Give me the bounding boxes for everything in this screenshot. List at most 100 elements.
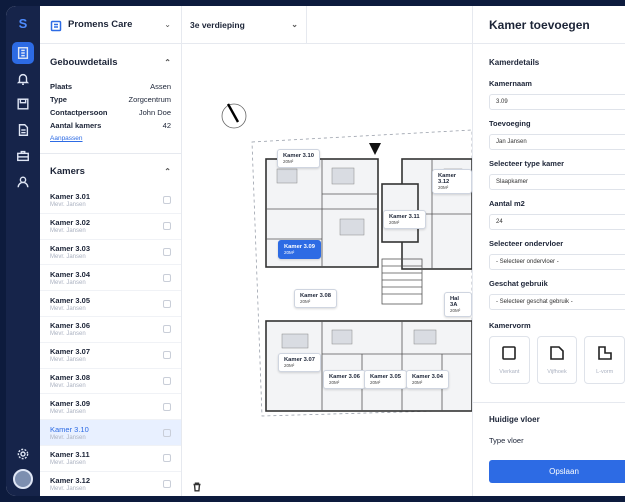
room-occupant: Mevr. Jansen (50, 408, 86, 415)
room-list-item[interactable]: Kamer 3.11 Mevr. Jansen (40, 446, 181, 472)
room-label-area: 20M² (300, 299, 311, 304)
rooms-header[interactable]: Kamers ⌃ (40, 154, 181, 188)
room-checkbox[interactable] (163, 273, 171, 282)
room-label-name: Hal 3A (450, 296, 460, 308)
trash-icon[interactable] (192, 479, 202, 492)
detail-key: Type (50, 95, 67, 104)
room-name-field[interactable]: 3.09 (489, 94, 625, 110)
square-icon (502, 346, 517, 360)
shape-l-option[interactable]: L-vorm (584, 336, 625, 384)
room-text: Kamer 3.02 Mevr. Jansen (50, 218, 163, 234)
room-checkbox[interactable] (163, 325, 171, 334)
floppy-icon[interactable] (12, 93, 34, 115)
save-button[interactable]: Opslaan (489, 460, 625, 483)
room-occupant: Mevr. Jansen (50, 331, 86, 338)
addition-field[interactable]: Jan Jansen (489, 134, 625, 150)
room-occupant: Mevr. Jansen (50, 460, 86, 467)
user-icon[interactable] (12, 171, 34, 193)
room-checkbox[interactable] (163, 402, 171, 411)
floor-map-area: 3e verdieping ⌄ Kamer 3.10 20M² Kamer 3.… (182, 6, 472, 496)
floor-selector[interactable]: 3e verdieping ⌄ (182, 6, 307, 44)
room-label[interactable]: Kamer 3.11 20M² (383, 210, 426, 229)
room-list-item[interactable]: Kamer 3.12 Mevr. Jansen (40, 472, 181, 496)
document-icon[interactable] (12, 119, 34, 141)
subfloor-select[interactable]: - Selecteer ondervloer - (489, 254, 625, 270)
details-title: Gebouwdetails (50, 56, 118, 68)
room-checkbox[interactable] (163, 299, 171, 308)
room-list-item[interactable]: Kamer 3.08 Mevr. Jansen (40, 369, 181, 395)
map-toolbar (307, 6, 472, 44)
room-text: Kamer 3.03 Mevr. Jansen (50, 244, 163, 260)
room-label[interactable]: Hal 3A 20M² (444, 292, 472, 317)
room-name: Kamer 3.03 (50, 243, 91, 253)
room-type-select[interactable]: Slaapkamer (489, 174, 625, 190)
building-icon[interactable] (12, 42, 34, 64)
room-checkbox[interactable] (163, 247, 171, 256)
room-occupant: Mevr. Jansen (50, 486, 86, 493)
room-name: Kamer 3.12 (50, 476, 91, 486)
detail-row: Type Zorgcentrum (40, 93, 181, 106)
room-list-item[interactable]: Kamer 3.04 Mevr. Jansen (40, 265, 181, 292)
room-checkbox[interactable] (163, 376, 171, 385)
room-occupant: Mevr. Jansen (50, 253, 86, 260)
room-list-item[interactable]: Kamer 3.10 Mevr. Jansen (40, 420, 181, 446)
app-logo[interactable]: S (12, 16, 34, 34)
room-label[interactable]: Kamer 3.12 20M² (432, 169, 472, 194)
chevron-down-icon: ⌄ (164, 20, 171, 29)
room-label[interactable]: Kamer 3.10 20M² (277, 149, 320, 168)
room-label[interactable]: Kamer 3.06 20M² (323, 370, 366, 389)
building-selector[interactable]: Promens Care ⌄ (40, 6, 181, 44)
room-list-item[interactable]: Kamer 3.02 Mevr. Jansen (40, 214, 181, 240)
briefcase-icon[interactable] (12, 145, 34, 167)
room-text: Kamer 3.12 Mevr. Jansen (50, 476, 163, 492)
room-occupant: Mevr. Jansen (50, 434, 86, 441)
bell-icon[interactable] (12, 68, 34, 90)
room-checkbox[interactable] (163, 351, 171, 360)
room-list-item[interactable]: Kamer 3.01 Mevr. Jansen (40, 188, 181, 214)
details-header[interactable]: Gebouwdetails ⌃ (40, 44, 181, 80)
room-checkbox[interactable] (163, 222, 171, 231)
room-label[interactable]: Kamer 3.08 20M² (294, 289, 337, 308)
room-text: Kamer 3.10 Mevr. Jansen (50, 425, 163, 441)
room-label[interactable]: Kamer 3.07 20M² (278, 353, 321, 372)
settings-icon[interactable] (12, 443, 34, 465)
room-label[interactable]: Kamer 3.04 20M² (406, 370, 449, 389)
room-name: Kamer 3.04 (50, 269, 91, 279)
field-label: Kamernaam (489, 79, 532, 88)
compass-icon (221, 103, 247, 129)
detail-row: Plaats Assen (40, 80, 181, 93)
area-field[interactable]: 24 (489, 214, 625, 230)
room-checkbox[interactable] (163, 480, 171, 489)
nav-rail: S (6, 6, 40, 496)
room-list: Kamer 3.01 Mevr. Jansen Kamer 3.02 Mevr. Ja… (40, 188, 181, 496)
room-text: Kamer 3.06 Mevr. Jansen (50, 321, 163, 337)
room-checkbox[interactable] (163, 454, 171, 463)
panel-title: Kamer toevoegen (473, 6, 625, 44)
room-list-item[interactable]: Kamer 3.09 Mevr. Jansen (40, 394, 181, 421)
room-label[interactable]: Kamer 3.05 20M² (364, 370, 407, 389)
current-floor-title: Huidige vloer (489, 415, 540, 424)
shape-square-option[interactable]: Vierkant (489, 336, 530, 384)
usage-select[interactable]: - Selecteer geschat gebruik - (489, 294, 625, 310)
room-list-item[interactable]: Kamer 3.03 Mevr. Jansen (40, 240, 181, 266)
north-marker-icon (369, 143, 381, 155)
room-list-item[interactable]: Kamer 3.07 Mevr. Jansen (40, 343, 181, 369)
shape-pentagon-option[interactable]: Vijfhoek (536, 336, 578, 384)
detail-row: Aantal kamers 42 (40, 119, 181, 132)
app-window: S Promens Care ⌄ Gebouwdetails ⌃ Plaats … (6, 6, 625, 496)
room-label-name: Kamer 3.12 (438, 173, 457, 185)
chevron-up-icon: ⌃ (164, 57, 171, 67)
room-name: Kamer 3.09 (50, 398, 91, 408)
room-label-area: 20M² (284, 250, 295, 255)
room-checkbox[interactable] (163, 428, 171, 437)
room-list-item[interactable]: Kamer 3.05 Mevr. Jansen (40, 291, 181, 317)
floor-plan[interactable] (182, 44, 472, 496)
room-list-item[interactable]: Kamer 3.06 Mevr. Jansen (40, 317, 181, 343)
floor-name: 3e verdieping (190, 19, 245, 30)
room-text: Kamer 3.11 Mevr. Jansen (50, 450, 163, 466)
edit-details-link[interactable]: Aanpassen (40, 135, 181, 147)
room-label-selected[interactable]: Kamer 3.09 20M² (278, 240, 321, 259)
room-checkbox[interactable] (163, 196, 171, 205)
divider (473, 402, 625, 403)
avatar[interactable] (13, 469, 33, 489)
